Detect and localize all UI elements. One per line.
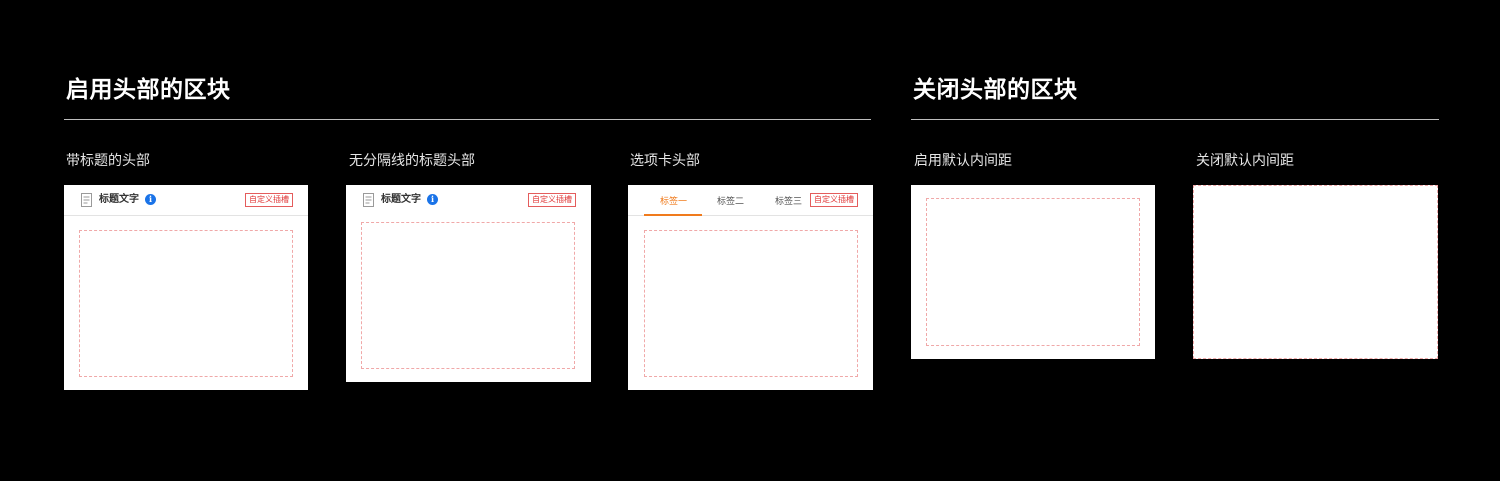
active-tab-indicator [644,214,702,216]
custom-slot-tag: 自定义插槽 [528,193,576,207]
block-header: 标题文字 i 自定义插槽 [64,185,308,216]
tab-2[interactable]: 标签二 [717,196,744,208]
custom-slot-tag: 自定义插槽 [810,193,858,207]
custom-slot-tag: 自定义插槽 [245,193,293,207]
example-caption: 无分隔线的标题头部 [349,153,475,169]
block-header-title: 标题文字 [381,194,421,205]
block-content-area [1193,185,1438,359]
example-caption: 选项卡头部 [630,153,700,169]
document-icon [81,193,92,207]
document-icon [363,193,374,207]
example-caption: 关闭默认内间距 [1196,153,1294,169]
block-content-area [361,222,575,369]
section-title-header-enabled: 启用头部的区块 [66,77,231,103]
section-title-header-disabled: 关闭头部的区块 [913,77,1078,103]
block-card-no-padding [1193,185,1438,359]
section-divider [911,119,1439,120]
block-card-with-title-header: 标题文字 i 自定义插槽 [64,185,308,390]
block-card-tabs-header: 标签一 标签二 标签三 自定义插槽 [628,185,873,390]
block-card-default-padding [911,185,1155,359]
block-header-title: 标题文字 [99,194,139,205]
example-caption: 启用默认内间距 [914,153,1012,169]
block-header-tabs: 标签一 标签二 标签三 自定义插槽 [628,185,873,216]
block-card-title-header-no-divider: 标题文字 i 自定义插槽 [346,185,591,382]
block-content-area [644,230,858,377]
tab-1[interactable]: 标签一 [660,196,687,208]
tab-3[interactable]: 标签三 [775,196,802,208]
info-icon[interactable]: i [427,194,438,205]
block-header: 标题文字 i 自定义插槽 [346,185,591,215]
block-content-area [79,230,293,377]
section-divider [64,119,871,120]
block-content-area [926,198,1140,346]
info-icon[interactable]: i [145,194,156,205]
example-caption: 带标题的头部 [66,153,150,169]
